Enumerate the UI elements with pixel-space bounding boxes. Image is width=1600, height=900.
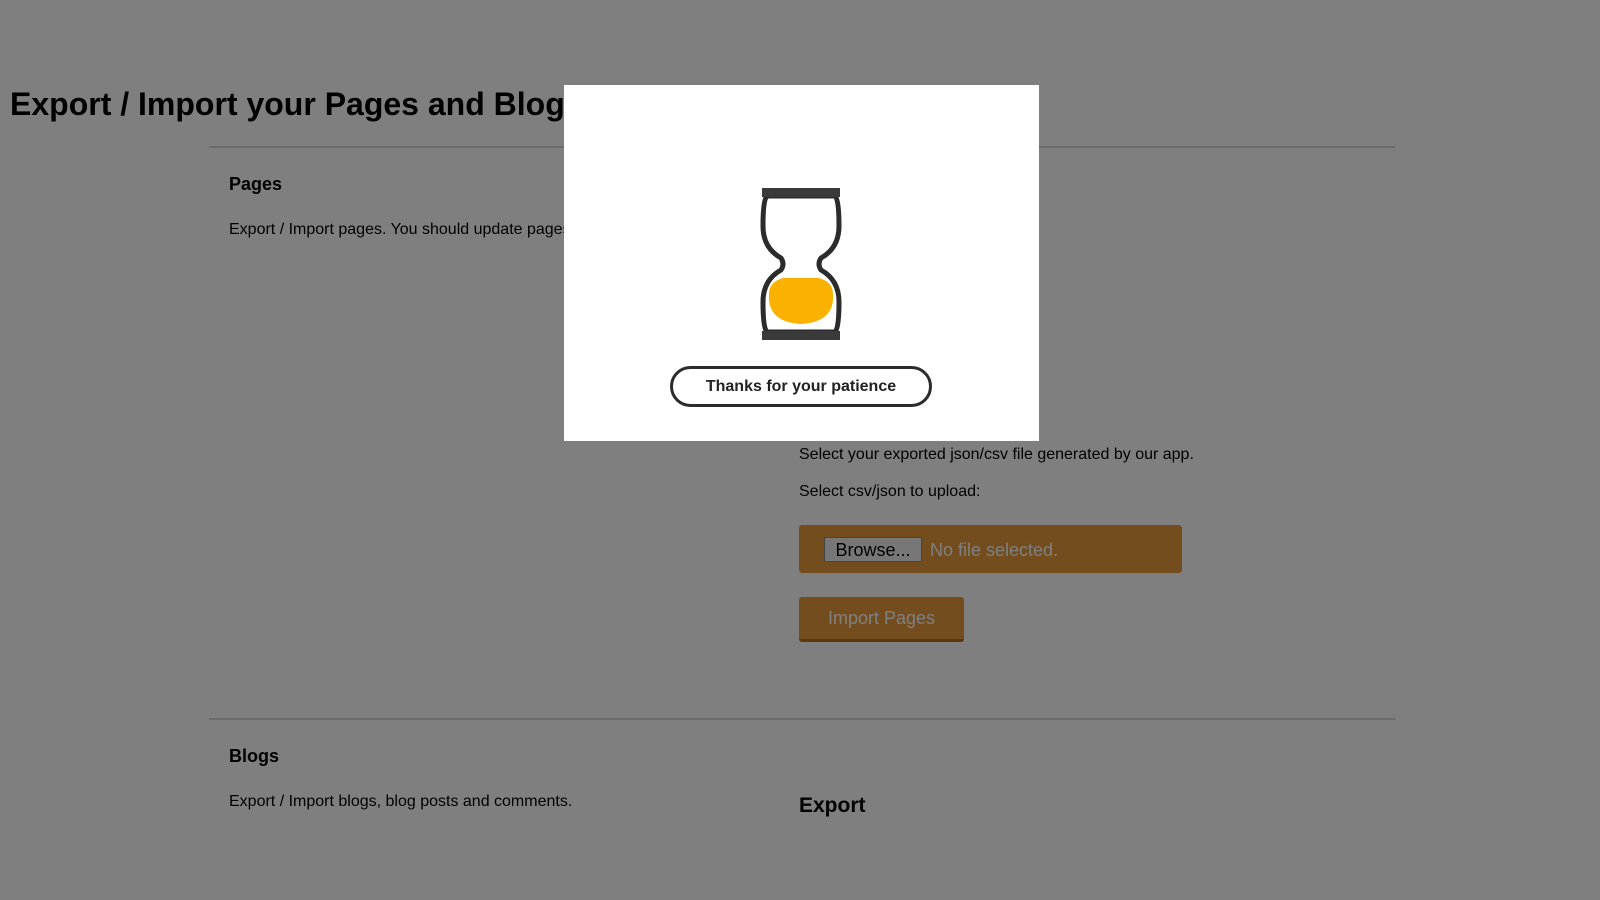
page-root: Export / Import your Pages and Blogs Pag…: [0, 0, 1600, 900]
loading-modal: Thanks for your patience: [564, 85, 1039, 441]
hourglass-icon: [760, 188, 842, 340]
patience-message: Thanks for your patience: [670, 366, 932, 407]
